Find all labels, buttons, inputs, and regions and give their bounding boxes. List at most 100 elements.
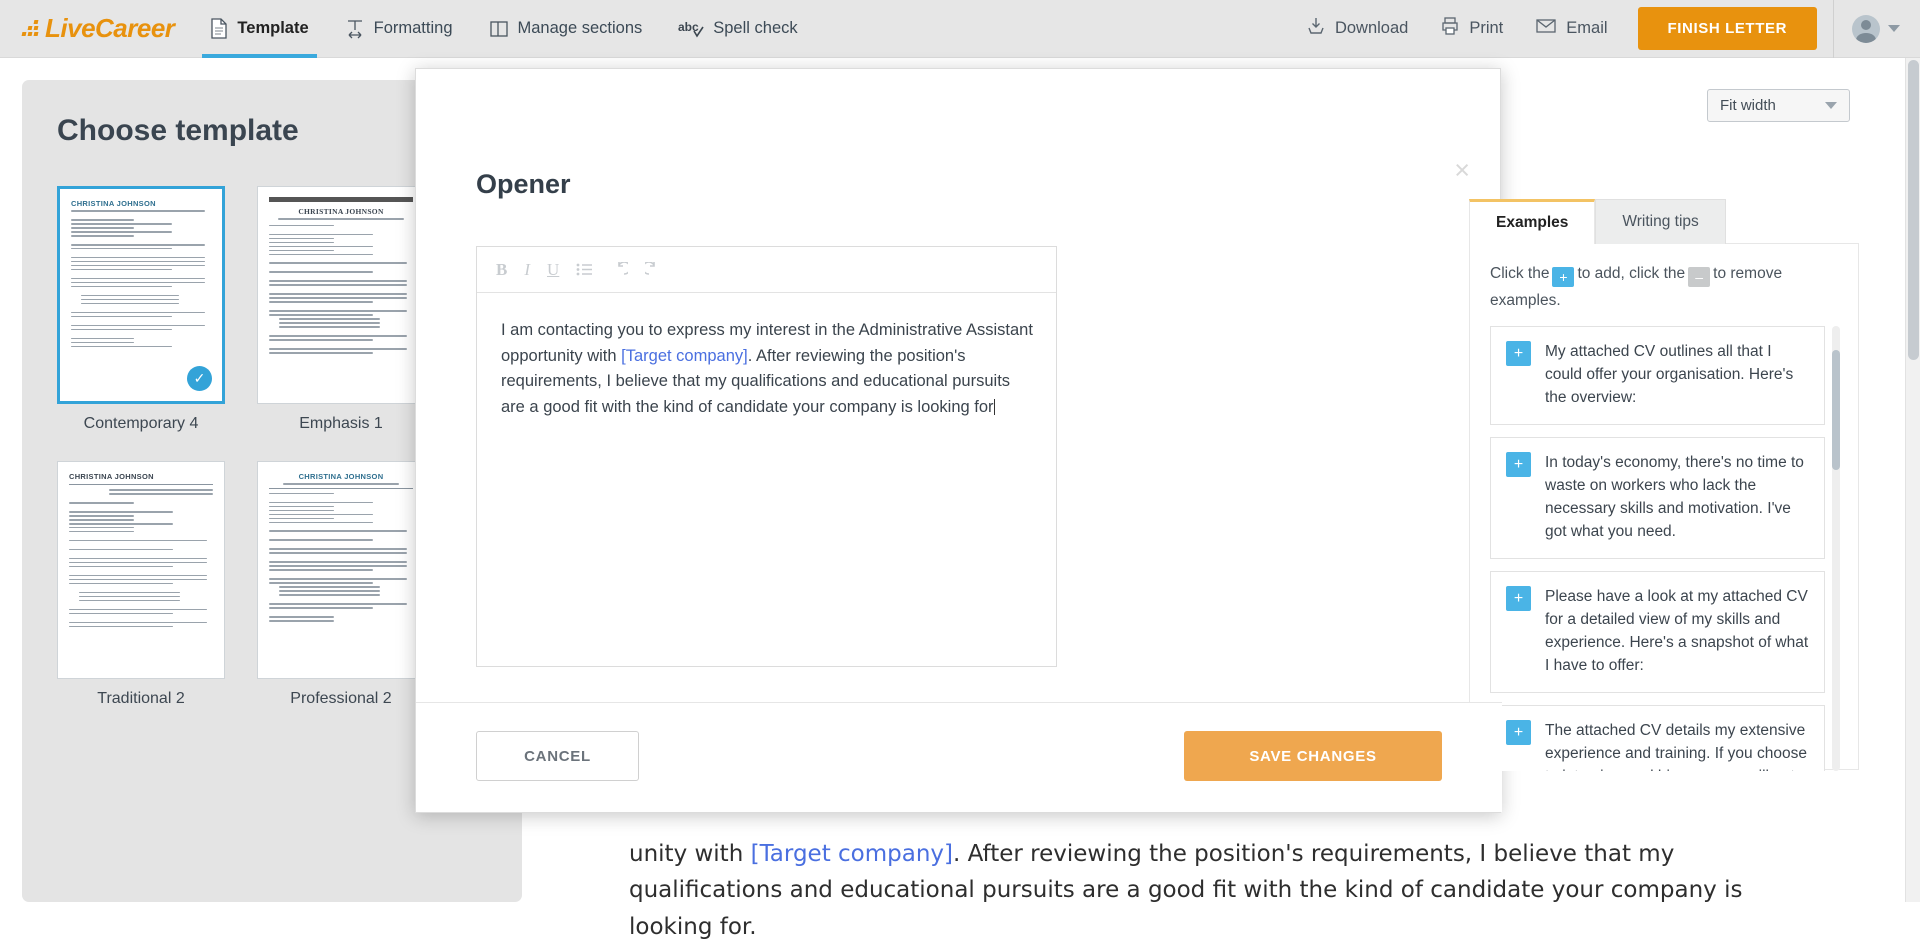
tab-formatting[interactable]: Formatting (327, 0, 471, 58)
columns-icon (489, 19, 509, 39)
template-card-0[interactable]: CHRISTINA JOHNSON (57, 186, 225, 433)
examples-list: + My attached CV outlines all that I cou… (1490, 326, 1840, 771)
undo-icon[interactable] (610, 262, 628, 278)
target-company-token[interactable]: [Target company] (621, 347, 748, 365)
cancel-button[interactable]: CANCEL (476, 731, 639, 781)
email-label: Email (1566, 19, 1607, 38)
print-icon (1440, 16, 1460, 41)
example-card[interactable]: + In today's economy, there's no time to… (1490, 437, 1825, 559)
template-name: Contemporary 4 (57, 415, 225, 433)
chevron-down-icon (1825, 102, 1837, 109)
preview-scrollbar-thumb[interactable] (1908, 60, 1919, 360)
underline-icon[interactable]: U (547, 261, 559, 278)
logo-text: LiveCareer (45, 13, 174, 44)
template-thumbnail[interactable]: CHRISTINA JOHNSON (57, 186, 225, 404)
template-preview-content: CHRISTINA JOHNSON (58, 462, 224, 678)
download-icon (1306, 16, 1326, 41)
avatar (1852, 15, 1880, 43)
example-text: The attached CV details my extensive exp… (1545, 720, 1810, 772)
example-text: Please have a look at my attached CV for… (1545, 586, 1810, 678)
examples-body: Click the+to add, click the–to remove ex… (1469, 243, 1859, 770)
tab-writing-tips-label: Writing tips (1622, 213, 1698, 231)
print-button[interactable]: Print (1424, 16, 1519, 41)
hint-part2: to add, click the (1577, 265, 1685, 282)
template-thumbnail[interactable]: CHRISTINA JOHNSON (57, 461, 225, 679)
document-icon (210, 18, 228, 39)
tab-writing-tips[interactable]: Writing tips (1595, 199, 1725, 244)
example-card[interactable]: + The attached CV details my extensive e… (1490, 705, 1825, 772)
template-name: Traditional 2 (57, 690, 225, 708)
text-caret (994, 399, 995, 415)
tab-spell-check[interactable]: abc Spell check (660, 0, 815, 58)
main-nav: Template Formatting Manage sections abc … (192, 0, 815, 58)
email-button[interactable]: Email (1519, 16, 1623, 41)
italic-icon[interactable]: I (524, 261, 530, 278)
tab-examples[interactable]: Examples (1469, 199, 1595, 244)
tab-template-label: Template (237, 19, 308, 38)
template-card-1[interactable]: CHRISTINA JOHNSON (257, 186, 425, 433)
editor-toolbar: B I U (477, 247, 1056, 293)
template-doc-name: CHRISTINA JOHNSON (71, 199, 211, 208)
opener-editor[interactable]: B I U I am contacting you to express my … (476, 246, 1057, 667)
template-thumbnail[interactable]: CHRISTINA JOHNSON (257, 186, 425, 404)
example-card[interactable]: + Please have a look at my attached CV f… (1490, 571, 1825, 693)
add-example-icon[interactable]: + (1506, 720, 1531, 745)
template-name: Emphasis 1 (257, 415, 425, 433)
app-header: LiveCareer Template Formatting Manage se… (0, 0, 1920, 58)
tab-spell-check-label: Spell check (713, 19, 797, 38)
logo-dots-icon (22, 20, 44, 38)
add-example-icon[interactable]: + (1506, 341, 1531, 366)
preview-scrollbar[interactable] (1905, 58, 1920, 902)
template-card-3[interactable]: CHRISTINA JOHNSON (257, 461, 425, 708)
examples-tabs: Examples Writing tips (1469, 199, 1859, 244)
svg-text:abc: abc (678, 20, 699, 34)
abc-check-icon: abc (678, 18, 704, 40)
modal-footer: CANCEL SAVE CHANGES (416, 702, 1502, 812)
template-thumbnail[interactable]: CHRISTINA JOHNSON (257, 461, 425, 679)
example-card[interactable]: + My attached CV outlines all that I cou… (1490, 326, 1825, 425)
download-button[interactable]: Download (1290, 16, 1424, 41)
examples-hint: Click the+to add, click the–to remove ex… (1490, 261, 1840, 314)
bold-icon[interactable]: B (496, 261, 507, 278)
finish-letter-button[interactable]: FINISH LETTER (1638, 7, 1817, 50)
template-doc-name: CHRISTINA JOHNSON (69, 472, 213, 481)
examples-panel: Examples Writing tips Click the+to add, … (1469, 199, 1859, 769)
header-actions: Download Print Email FINISH LETTER (1290, 0, 1920, 58)
template-doc-name: CHRISTINA JOHNSON (269, 207, 413, 216)
hint-part1: Click the (1490, 265, 1549, 282)
save-changes-button[interactable]: SAVE CHANGES (1184, 731, 1442, 781)
letter-text-part1: unity with (629, 841, 751, 867)
add-example-icon[interactable]: + (1506, 586, 1531, 611)
examples-scrollbar[interactable] (1832, 326, 1840, 771)
tab-manage-sections-label: Manage sections (518, 19, 643, 38)
bullet-list-icon[interactable] (576, 262, 593, 277)
account-menu[interactable] (1833, 0, 1920, 58)
envelope-icon (1535, 16, 1557, 41)
letter-paragraph: unity with [Target company]. After revie… (629, 836, 1779, 945)
example-text: My attached CV outlines all that I could… (1545, 341, 1810, 410)
template-name: Professional 2 (257, 690, 425, 708)
template-preview-content: CHRISTINA JOHNSON (258, 187, 424, 403)
add-example-icon[interactable]: + (1506, 452, 1531, 477)
target-company-placeholder[interactable]: [Target company] (751, 841, 953, 867)
selected-check-icon: ✓ (187, 366, 212, 391)
examples-scrollbar-thumb[interactable] (1832, 350, 1840, 470)
redo-icon[interactable] (645, 262, 663, 278)
livecareer-logo[interactable]: LiveCareer (22, 13, 174, 44)
tab-formatting-label: Formatting (374, 19, 453, 38)
tab-template[interactable]: Template (192, 0, 326, 58)
zoom-select[interactable]: Fit width (1707, 89, 1850, 122)
formatting-icon (345, 18, 365, 39)
chevron-down-icon (1888, 25, 1900, 32)
tab-manage-sections[interactable]: Manage sections (471, 0, 661, 58)
print-label: Print (1469, 19, 1503, 38)
template-card-2[interactable]: CHRISTINA JOHNSON (57, 461, 225, 708)
tab-examples-label: Examples (1496, 214, 1568, 232)
minus-icon: – (1688, 267, 1710, 287)
zoom-select-value: Fit width (1720, 97, 1776, 114)
modal-body: B I U I am contacting you to express my … (416, 69, 1502, 704)
example-text: In today's economy, there's no time to w… (1545, 452, 1810, 544)
template-doc-name: CHRISTINA JOHNSON (269, 472, 413, 481)
editor-textarea[interactable]: I am contacting you to express my intere… (477, 293, 1056, 421)
plus-icon: + (1552, 267, 1574, 287)
